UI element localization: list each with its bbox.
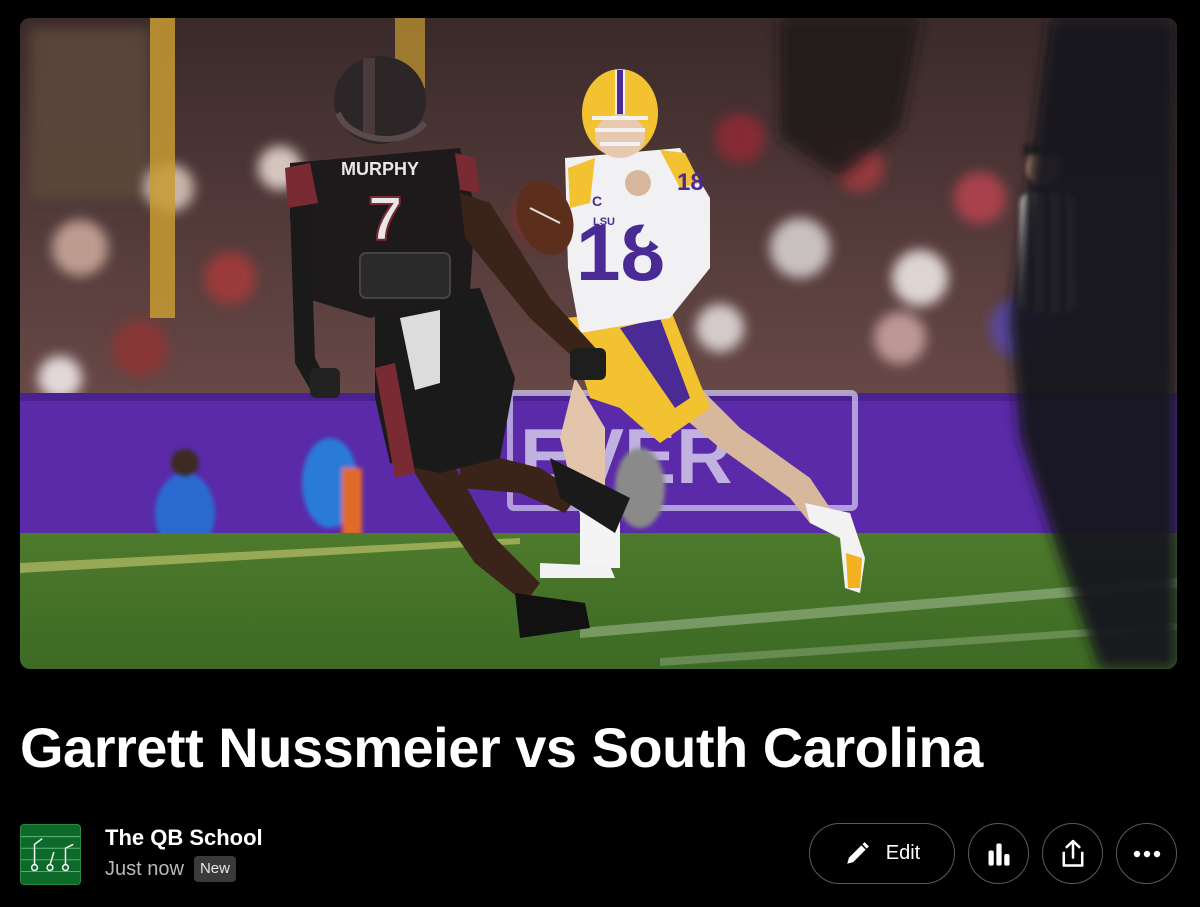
- post-actions: Edit: [809, 823, 1177, 884]
- defender-number: 7: [368, 185, 402, 254]
- stats-button[interactable]: [968, 823, 1029, 884]
- more-horizontal-icon: [1133, 850, 1160, 857]
- publication-name[interactable]: The QB School: [105, 824, 263, 852]
- post-timestamp: Just now: [105, 858, 184, 880]
- edit-button-label: Edit: [885, 842, 921, 864]
- new-badge: New: [193, 856, 236, 882]
- post-title: Garrett Nussmeier vs South Carolina: [20, 716, 983, 779]
- byline-meta: The QB School Just now New: [105, 824, 263, 882]
- byline: The QB School Just now New: [20, 823, 263, 885]
- post-page: EVER: [0, 0, 1200, 907]
- qb-captain-patch: C: [592, 193, 602, 209]
- qb-shoulder-number: 18: [677, 169, 704, 196]
- playbook-logo-icon: [21, 824, 80, 884]
- defender-name: MURPHY: [341, 159, 419, 179]
- qb-chest-logo: LSU: [593, 216, 615, 228]
- bar-chart-icon: [988, 843, 1009, 866]
- pencil-icon: [847, 841, 869, 864]
- publication-avatar[interactable]: [20, 823, 81, 885]
- share-icon: [1062, 839, 1083, 867]
- byline-meta-row: Just now New: [105, 856, 263, 882]
- edit-button[interactable]: Edit: [809, 823, 955, 884]
- hero-image: EVER: [20, 18, 1177, 669]
- hero-photo: EVER: [20, 18, 1177, 669]
- share-button[interactable]: [1042, 823, 1103, 884]
- more-button[interactable]: [1116, 823, 1177, 884]
